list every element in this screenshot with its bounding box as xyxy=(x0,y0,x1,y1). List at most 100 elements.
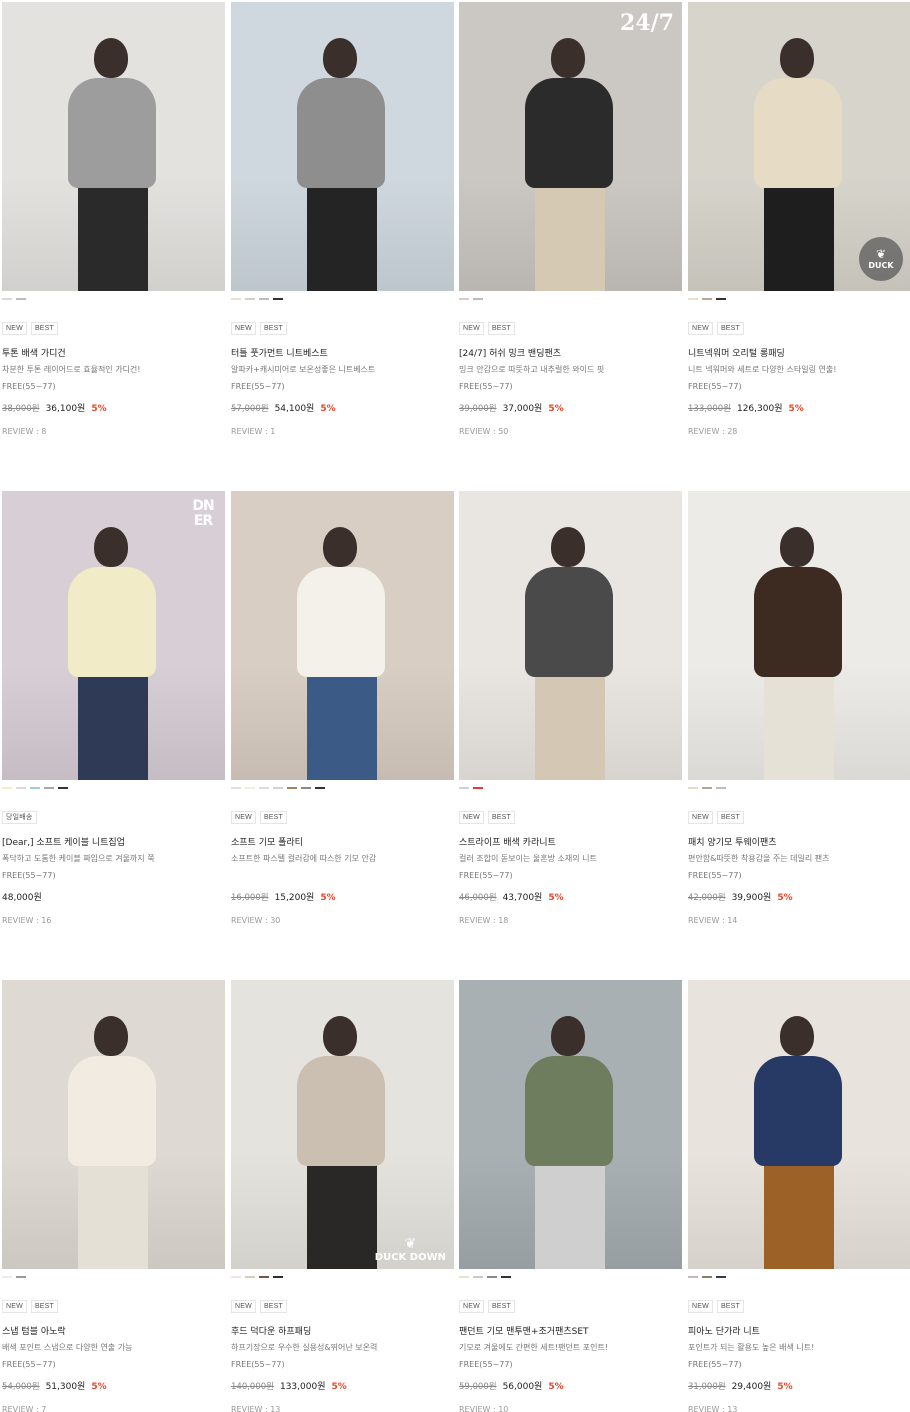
price-row: 59,000원 56,000원 5% xyxy=(459,1381,682,1393)
color-swatch[interactable] xyxy=(688,1276,698,1278)
color-swatch[interactable] xyxy=(716,787,726,789)
color-swatch[interactable] xyxy=(273,787,283,789)
product-card[interactable]: NEW BEST 투톤 배색 가디건 차분한 투톤 레이어드로 효율적인 가디건! FR… xyxy=(2,2,225,437)
product-name[interactable]: 후드 덕다운 하프패딩 xyxy=(231,1326,454,1338)
color-swatch[interactable] xyxy=(473,1276,483,1278)
product-card[interactable]: 24/7 NEW BEST [24/7] 허쉬 밍크 밴딩팬츠 밍크 안감으로 따뜻하고… xyxy=(459,2,682,437)
color-swatch[interactable] xyxy=(2,787,12,789)
color-swatch[interactable] xyxy=(231,787,241,789)
color-swatch[interactable] xyxy=(287,787,297,789)
product-size: FREE(55~77) xyxy=(231,1360,285,1369)
product-name[interactable]: 팬던트 기모 맨투맨+조거팬츠SET xyxy=(459,1326,682,1338)
product-image[interactable] xyxy=(2,2,225,291)
tag-best: BEST xyxy=(716,1300,745,1313)
product-card[interactable]: ❦ DUCK NEW BEST 니트넥워머 오리털 롱패딩 니트 넥워머와 세트로 다양한… xyxy=(688,2,910,437)
tag-new: NEW xyxy=(231,322,256,335)
color-swatch[interactable] xyxy=(245,298,255,300)
tag-best: BEST xyxy=(259,811,288,824)
color-swatch[interactable] xyxy=(16,1276,26,1278)
product-card[interactable]: ❦ DUCK DOWN NEW BEST 후드 덕다운 하프패딩 하프기장으로 우수한 실… xyxy=(231,980,454,1412)
color-swatch[interactable] xyxy=(459,787,469,789)
product-image[interactable]: ❦ DUCK xyxy=(688,2,910,291)
product-card[interactable]: DN ER 당일배송 [Dear,] 소프트 케이블 니트집업 폭닥하고 도톰한 케이… xyxy=(2,491,225,926)
product-card[interactable]: NEW BEST 스트라이프 배색 카라니트 컬러 조합이 돋보이는 울혼방 소재의 … xyxy=(459,491,682,926)
color-swatch[interactable] xyxy=(58,787,68,789)
color-swatches xyxy=(231,291,454,305)
color-swatch[interactable] xyxy=(473,298,483,300)
color-swatch[interactable] xyxy=(702,1276,712,1278)
product-card[interactable]: NEW BEST 소프트 기모 폴라티 소프트한 파스텔 컬러감에 따스한 기모 안감… xyxy=(231,491,454,926)
color-swatch[interactable] xyxy=(245,787,255,789)
color-swatch[interactable] xyxy=(688,787,698,789)
product-tags: NEW BEST xyxy=(2,1300,225,1314)
color-swatch[interactable] xyxy=(501,1276,511,1278)
product-image[interactable] xyxy=(459,491,682,780)
product-name[interactable]: 투톤 배색 가디건 xyxy=(2,348,225,360)
product-size xyxy=(231,870,454,881)
product-name[interactable]: [24/7] 허쉬 밍크 밴딩팬츠 xyxy=(459,348,682,360)
color-swatch[interactable] xyxy=(16,298,26,300)
color-swatch[interactable] xyxy=(2,298,12,300)
color-swatch[interactable] xyxy=(301,787,311,789)
color-swatch[interactable] xyxy=(231,1276,241,1278)
discount-rate: 5% xyxy=(331,1382,347,1392)
product-image[interactable]: ❦ DUCK DOWN xyxy=(231,980,454,1269)
color-swatch[interactable] xyxy=(716,1276,726,1278)
color-swatch[interactable] xyxy=(30,787,40,789)
color-swatch[interactable] xyxy=(459,1276,469,1278)
color-swatch[interactable] xyxy=(245,1276,255,1278)
product-grid: NEW BEST 투톤 배색 가디건 차분한 투톤 레이어드로 효율적인 가디건! FR… xyxy=(0,0,910,1412)
color-swatch[interactable] xyxy=(688,298,698,300)
color-swatch[interactable] xyxy=(231,298,241,300)
product-name[interactable]: 스트라이프 배색 카라니트 xyxy=(459,837,682,849)
product-image[interactable] xyxy=(2,980,225,1269)
color-swatch[interactable] xyxy=(273,1276,283,1278)
product-name[interactable]: [Dear,] 소프트 케이블 니트집업 xyxy=(2,837,225,849)
original-price: 16,000원 xyxy=(231,893,269,903)
color-swatch[interactable] xyxy=(44,787,54,789)
discount-rate: 5% xyxy=(548,1382,564,1392)
tag-new: NEW xyxy=(2,1300,27,1313)
color-swatch[interactable] xyxy=(273,298,283,300)
model-head xyxy=(551,38,585,78)
product-name[interactable]: 피아노 단가라 니트 xyxy=(688,1326,910,1338)
color-swatch[interactable] xyxy=(702,787,712,789)
sale-price: 54,100원 xyxy=(274,404,315,414)
product-image[interactable] xyxy=(231,491,454,780)
product-image[interactable] xyxy=(688,491,910,780)
color-swatch[interactable] xyxy=(315,787,325,789)
product-image[interactable]: DN ER xyxy=(2,491,225,780)
color-swatch[interactable] xyxy=(702,298,712,300)
product-image[interactable] xyxy=(688,980,910,1269)
color-swatch[interactable] xyxy=(2,1276,12,1278)
product-description: 소프트한 파스텔 컬러감에 따스한 기모 안감 xyxy=(231,854,377,863)
product-card[interactable]: NEW BEST 터틀 풋가먼트 니트베스트 알파카+캐시미어로 보온성좋은 니트베스… xyxy=(231,2,454,437)
color-swatch[interactable] xyxy=(259,787,269,789)
product-tags: NEW BEST xyxy=(688,1300,910,1314)
product-description: 알파카+캐시미어로 보온성좋은 니트베스트 xyxy=(231,365,376,374)
product-name[interactable]: 니트넥워머 오리털 롱패딩 xyxy=(688,348,910,360)
color-swatch[interactable] xyxy=(716,298,726,300)
model-bottom xyxy=(764,1160,834,1269)
tag-best: BEST xyxy=(30,1300,59,1313)
color-swatch[interactable] xyxy=(16,787,26,789)
product-size: FREE(55~77) xyxy=(459,871,513,880)
price-row: 48,000원 xyxy=(2,892,225,904)
product-name[interactable]: 소프트 기모 폴라티 xyxy=(231,837,454,849)
color-swatch[interactable] xyxy=(459,298,469,300)
product-name[interactable]: 패치 양기모 투웨이팬츠 xyxy=(688,837,910,849)
product-card[interactable]: NEW BEST 패치 양기모 투웨이팬츠 편안함&따뜻한 착용감을 주는 데일리 팬… xyxy=(688,491,910,926)
product-card[interactable]: NEW BEST 팬던트 기모 맨투맨+조거팬츠SET 기모로 겨울에도 간편한 세트… xyxy=(459,980,682,1412)
color-swatch[interactable] xyxy=(473,787,483,789)
color-swatch[interactable] xyxy=(259,1276,269,1278)
product-image[interactable] xyxy=(231,2,454,291)
product-image[interactable] xyxy=(459,980,682,1269)
color-swatch[interactable] xyxy=(487,1276,497,1278)
color-swatch[interactable] xyxy=(259,298,269,300)
price-row: 140,000원 133,000원 5% xyxy=(231,1381,454,1393)
product-card[interactable]: NEW BEST 피아노 단가라 니트 포인트가 되는 활용도 높은 배색 니트! FR… xyxy=(688,980,910,1412)
product-name[interactable]: 스냅 텀블 아노락 xyxy=(2,1326,225,1338)
product-image[interactable]: 24/7 xyxy=(459,2,682,291)
product-name[interactable]: 터틀 풋가먼트 니트베스트 xyxy=(231,348,454,360)
product-card[interactable]: NEW BEST 스냅 텀블 아노락 배색 포인트 스냅으로 다양한 연출 가능 FRE… xyxy=(2,980,225,1412)
